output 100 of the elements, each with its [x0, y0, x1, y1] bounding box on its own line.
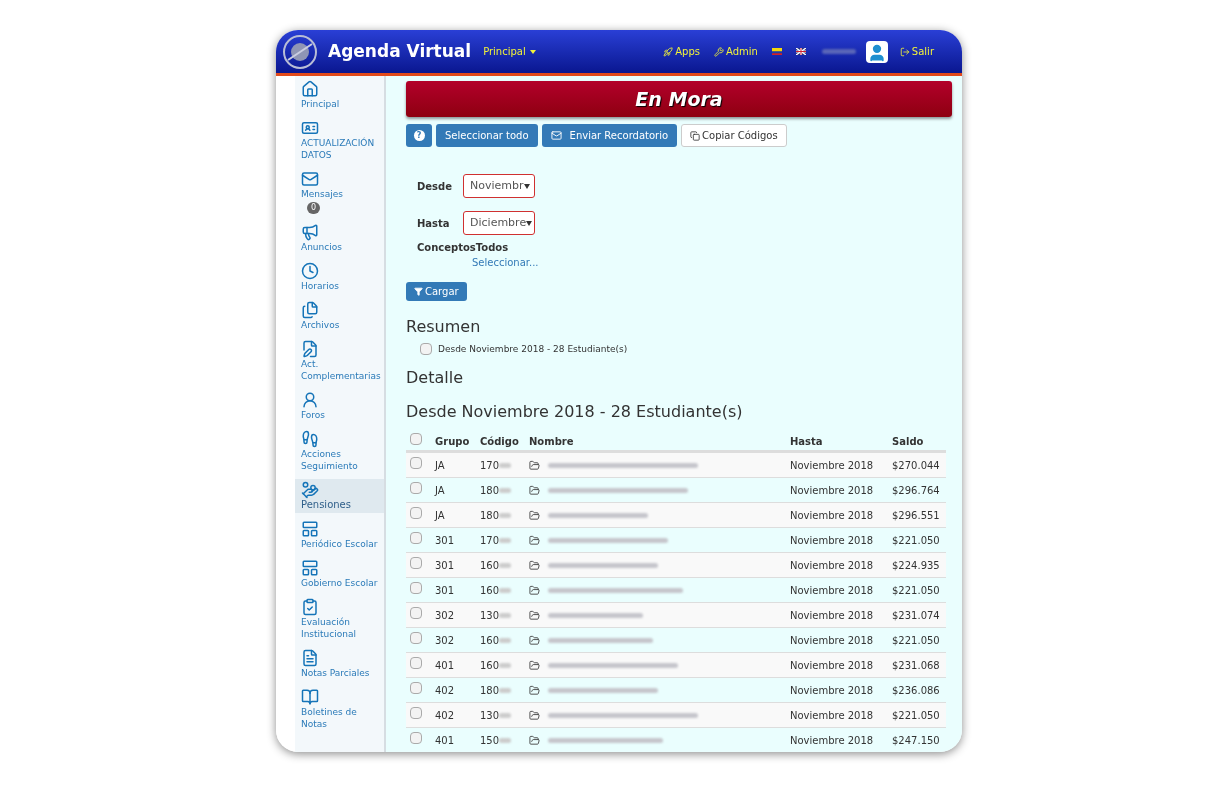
sidebar-label: Periódico Escolar: [301, 538, 378, 550]
envelope-icon: [550, 130, 562, 141]
folder-icon[interactable]: [529, 709, 540, 721]
caret-icon: [526, 220, 533, 226]
folder-icon[interactable]: [529, 484, 540, 496]
main-menu[interactable]: Principal: [483, 44, 536, 59]
load-button[interactable]: Cargar: [406, 282, 467, 301]
concepts-label: Conceptos: [417, 241, 476, 255]
checkbox[interactable]: [410, 732, 422, 744]
table-cell-text: 401: [435, 658, 456, 673]
document-pen-icon: [301, 340, 319, 358]
checkbox[interactable]: [410, 607, 422, 619]
table-cell-text: $296.551: [892, 508, 940, 523]
folder-icon[interactable]: [529, 734, 540, 746]
to-select[interactable]: Diciembre: [463, 211, 535, 235]
send-reminder-button[interactable]: Enviar Recordatorio: [541, 124, 678, 147]
sidebar-item[interactable]: Boletines de Notas: [295, 686, 384, 732]
table-cell-text: Noviembre 2018: [790, 583, 875, 598]
folder-icon[interactable]: [529, 634, 540, 646]
folder-icon[interactable]: [529, 584, 540, 596]
table-cell-text: 130: [480, 708, 500, 723]
blurred-text: [499, 687, 512, 693]
avatar-icon[interactable]: [865, 40, 888, 63]
sidebar-item[interactable]: Notas Parciales: [295, 647, 384, 681]
to-label: Hasta: [417, 216, 451, 231]
files-icon: [301, 301, 319, 319]
sidebar-item[interactable]: Principal: [295, 78, 384, 112]
table-cell-text: 301: [435, 558, 456, 573]
table-cell-text: $296.764: [892, 483, 940, 498]
checkbox[interactable]: [410, 433, 422, 445]
filter-icon: [414, 286, 423, 296]
folder-icon[interactable]: [529, 459, 540, 471]
checkbox[interactable]: [410, 557, 422, 569]
checkbox[interactable]: [410, 657, 422, 669]
table-cell-text: Noviembre 2018: [790, 458, 875, 473]
caret-icon: [523, 183, 530, 189]
table-cell-text: $221.050: [892, 708, 940, 723]
folder-icon[interactable]: [529, 509, 540, 521]
colombia-flag-icon[interactable]: [771, 48, 782, 55]
blurred-text: [499, 487, 512, 493]
checkbox[interactable]: [410, 707, 422, 719]
hand-coins-icon: [301, 481, 319, 499]
home-icon: [301, 80, 319, 98]
select-concepts-link[interactable]: Seleccionar...: [472, 255, 952, 270]
sidebar-item[interactable]: Evaluación Institucional: [295, 596, 384, 642]
table-cell-text: $270.044: [892, 458, 940, 473]
table-cell-text: 301: [435, 583, 456, 598]
blurred-username: [821, 49, 856, 54]
copy-codes-button[interactable]: Copiar Códigos: [681, 124, 787, 147]
checkbox[interactable]: [410, 632, 422, 644]
checkbox[interactable]: [410, 507, 422, 519]
table-cell-text: JA: [435, 458, 446, 473]
checkbox[interactable]: [410, 482, 422, 494]
help-button[interactable]: ?: [406, 124, 432, 147]
checkbox[interactable]: [420, 343, 432, 356]
summary-item: Desde Noviembre 2018 - 28 Estudiante(s): [438, 342, 628, 356]
table-cell-text: 170: [480, 533, 500, 548]
folder-icon[interactable]: [529, 534, 540, 546]
sidebar-item[interactable]: Anuncios: [295, 221, 384, 255]
sidebar-item[interactable]: ACTUALIZACIÓN DATOS: [295, 117, 384, 163]
uk-flag-icon[interactable]: [795, 48, 806, 55]
from-select[interactable]: Noviembr: [463, 174, 535, 198]
sidebar-label: Principal: [301, 98, 340, 110]
table-cell-text: Noviembre 2018: [790, 508, 875, 523]
admin-link[interactable]: Admin: [713, 44, 758, 59]
sidebar-label: Gobierno Escolar: [301, 577, 378, 589]
select-all-button[interactable]: Seleccionar todo: [436, 124, 538, 147]
folder-icon[interactable]: [529, 559, 540, 571]
table-cell-text: 180: [480, 683, 500, 698]
summary-heading: Resumen: [406, 315, 482, 338]
table-cell-text: Noviembre 2018: [790, 708, 875, 723]
sidebar-item[interactable]: Act. Complementarias: [295, 338, 384, 384]
table-cell-text: $221.050: [892, 583, 940, 598]
sidebar-item[interactable]: Acciones Seguimiento: [295, 428, 384, 474]
table-cell-text: 130: [480, 608, 500, 623]
sidebar-item[interactable]: Mensajes 0: [295, 168, 384, 216]
folder-icon[interactable]: [529, 659, 540, 671]
sidebar-item[interactable]: Foros: [295, 389, 384, 423]
sidebar-item[interactable]: Periódico Escolar: [295, 518, 384, 552]
logout-link[interactable]: Salir: [899, 44, 934, 59]
checkbox[interactable]: [410, 682, 422, 694]
apps-link[interactable]: Apps: [663, 44, 700, 59]
megaphone-icon: [301, 223, 319, 241]
table-cell-text: $231.074: [892, 608, 940, 623]
sidebar-label: Acciones Seguimiento: [301, 448, 359, 472]
sidebar-item[interactable]: Gobierno Escolar: [295, 557, 384, 591]
sidebar-item[interactable]: Archivos: [295, 299, 384, 333]
caret-icon: [529, 49, 536, 54]
table-cell-text: $221.050: [892, 533, 940, 548]
table-cell-text: 180: [480, 508, 500, 523]
folder-icon[interactable]: [529, 684, 540, 696]
blurred-text: [499, 562, 512, 568]
blurred-text: [499, 737, 512, 743]
sidebar-item[interactable]: Pensiones: [295, 479, 384, 513]
checkbox[interactable]: [410, 532, 422, 544]
folder-icon[interactable]: [529, 609, 540, 621]
checkbox[interactable]: [410, 457, 422, 469]
sidebar-item[interactable]: Horarios: [295, 260, 384, 294]
checkbox[interactable]: [410, 582, 422, 594]
sidebar-label: Notas Parciales: [301, 667, 370, 679]
